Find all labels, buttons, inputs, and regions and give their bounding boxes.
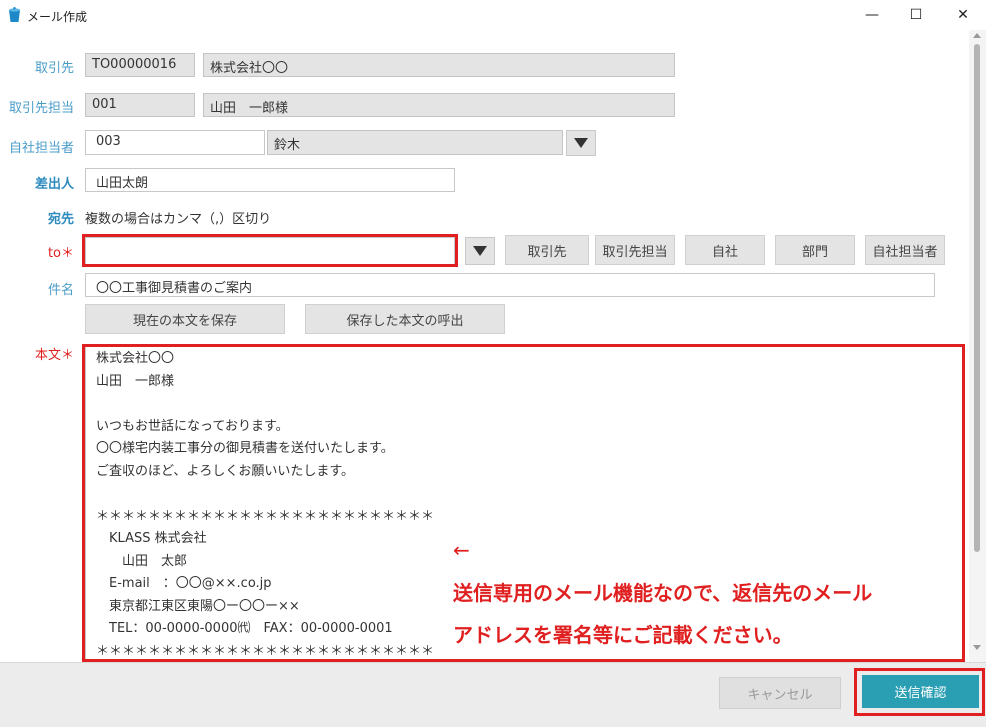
sender-label: 差出人 (34, 177, 74, 192)
close-icon: ✕ (957, 7, 969, 23)
to-input-highlight (82, 234, 458, 267)
dropdown-arrow-icon (574, 138, 588, 148)
own-contact-code-input[interactable]: 003 (85, 130, 265, 155)
client-contact-label: 取引先担当 (8, 101, 74, 116)
subject-label: 件名 (47, 283, 74, 298)
annotation-line-2: アドレスを署名等にご記載ください。 (453, 623, 793, 647)
annotation-arrow: ← (453, 538, 470, 562)
client-label: 取引先 (34, 61, 74, 76)
own-contact-name-field: 鈴木 (267, 130, 563, 155)
annotation-line-1: 送信専用のメール機能なので、返信先のメール (453, 581, 873, 605)
window-title: メール作成 (27, 10, 88, 24)
to-dropdown-button[interactable] (465, 237, 495, 265)
to-add-client-contact-button[interactable]: 取引先担当 (595, 235, 675, 265)
body-highlight (82, 344, 965, 662)
to-add-own-company-button[interactable]: 自社 (685, 235, 765, 265)
client-code-field: TO00000016 (85, 53, 195, 77)
own-contact-dropdown-button[interactable] (566, 130, 596, 156)
client-name-field: 株式会社〇〇 (203, 53, 675, 77)
subject-input[interactable]: 〇〇工事御見積書のご案内 (85, 273, 935, 297)
scrollbar-thumb[interactable] (974, 44, 980, 552)
to-add-own-contact-button[interactable]: 自社担当者 (865, 235, 945, 265)
title-bar: メール作成 — ☐ ✕ (0, 0, 986, 30)
save-body-button[interactable]: 現在の本文を保存 (85, 304, 285, 334)
scroll-down-icon[interactable] (973, 645, 981, 650)
load-body-button[interactable]: 保存した本文の呼出 (305, 304, 505, 334)
dropdown-arrow-icon (473, 246, 487, 256)
own-contact-label: 自社担当者 (8, 141, 74, 156)
vertical-scrollbar[interactable] (969, 30, 986, 662)
maximize-button[interactable]: ☐ (893, 0, 939, 30)
client-contact-name-field: 山田 一郎様 (203, 93, 675, 117)
cancel-button[interactable]: キャンセル (719, 677, 841, 709)
maximize-icon: ☐ (909, 7, 923, 23)
to-add-client-button[interactable]: 取引先 (505, 235, 589, 265)
close-button[interactable]: ✕ (940, 0, 986, 30)
minimize-icon: — (865, 7, 879, 23)
minimize-button[interactable]: — (849, 0, 895, 30)
scroll-up-icon[interactable] (973, 33, 981, 38)
to-label: to＊ (47, 246, 74, 261)
to-add-department-button[interactable]: 部門 (775, 235, 855, 265)
send-button-highlight (854, 668, 985, 716)
body-label: 本文＊ (34, 348, 74, 363)
recipient-heading-label: 宛先 (47, 212, 74, 227)
recipient-hint-text: 複数の場合はカンマ（,）区切り (85, 212, 272, 227)
sender-input[interactable]: 山田太朗 (85, 168, 455, 192)
app-icon (9, 7, 20, 22)
client-contact-code-field: 001 (85, 93, 195, 117)
